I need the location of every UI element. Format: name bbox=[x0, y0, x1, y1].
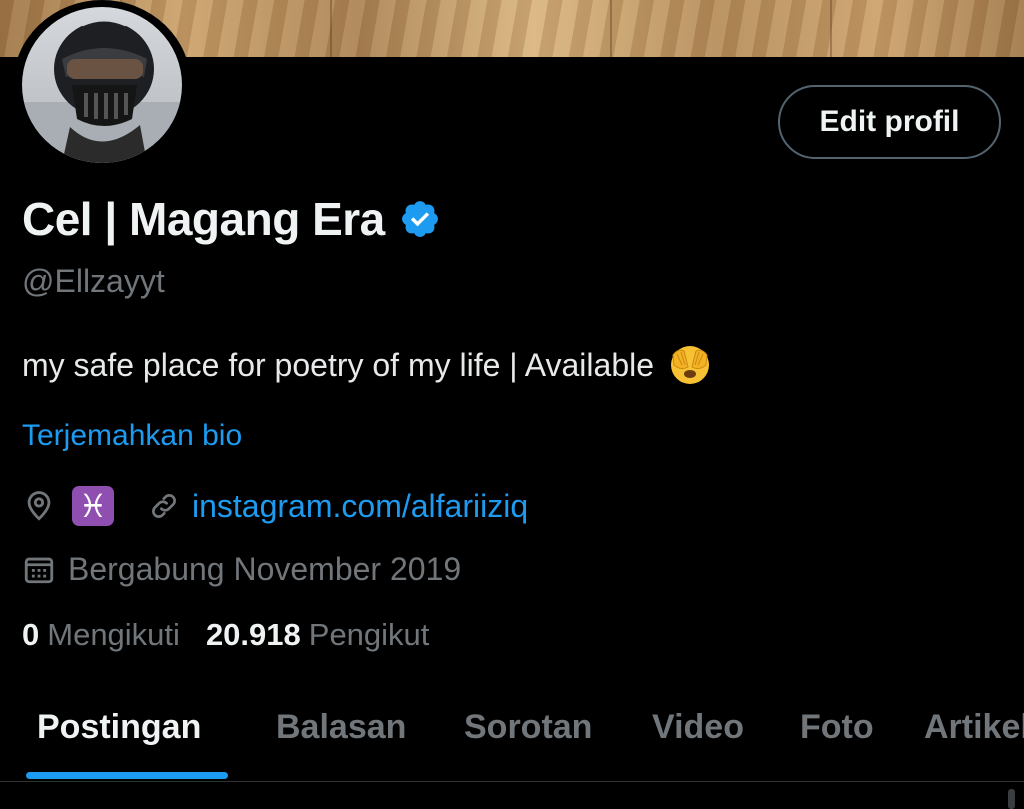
tab-video[interactable]: Video bbox=[652, 708, 744, 747]
avatar[interactable] bbox=[13, 0, 191, 170]
banner-wood-seam bbox=[330, 0, 332, 57]
followers-link[interactable]: 20.918 Pengikut bbox=[206, 617, 429, 653]
scrollbar-thumb[interactable] bbox=[1008, 789, 1015, 809]
calendar-icon bbox=[24, 557, 54, 584]
face-covering-eyes-emoji-icon bbox=[671, 346, 710, 384]
following-link[interactable]: 0 Mengikuti bbox=[22, 617, 180, 653]
follow-stats: 0 Mengikuti 20.918 Pengikut bbox=[22, 617, 429, 653]
tab-postingan[interactable]: Postingan bbox=[37, 708, 201, 747]
banner-wood-seam bbox=[610, 0, 612, 57]
banner-wood-seam bbox=[830, 0, 832, 57]
avatar-helmet-illustration bbox=[22, 18, 182, 163]
joined-date: Bergabung November 2019 bbox=[68, 550, 462, 587]
following-label: Mengikuti bbox=[47, 617, 180, 652]
avatar-photo bbox=[22, 7, 182, 163]
location-pin-icon bbox=[27, 491, 51, 521]
active-tab-indicator bbox=[26, 772, 228, 779]
profile-website-link[interactable]: instagram.com/alfariiziq bbox=[192, 488, 528, 525]
bio-text: my safe place for poetry of my life | Av… bbox=[22, 346, 655, 383]
display-name-row: Cel | Magang Era bbox=[22, 192, 441, 246]
bio: my safe place for poetry of my life | Av… bbox=[22, 343, 712, 387]
translate-bio-link[interactable]: Terjemahkan bio bbox=[22, 419, 242, 453]
edit-profile-button[interactable]: Edit profil bbox=[778, 85, 1001, 159]
followers-label: Pengikut bbox=[308, 617, 430, 652]
verified-badge-icon[interactable] bbox=[399, 198, 441, 240]
location-zodiac-badge: ♓ bbox=[72, 486, 114, 526]
tab-balasan[interactable]: Balasan bbox=[276, 708, 406, 747]
display-name: Cel | Magang Era bbox=[22, 193, 385, 245]
profile-page: Edit profil Cel | Magang Era @Ellzayyt m… bbox=[0, 0, 1024, 809]
followers-count: 20.918 bbox=[205, 617, 301, 652]
profile-meta-row: ♓ instagram.com/alfariiziq bbox=[22, 484, 528, 528]
tab-foto[interactable]: Foto bbox=[800, 708, 874, 747]
link-icon bbox=[152, 494, 176, 518]
tab-artikel[interactable]: Artikel bbox=[924, 708, 1024, 747]
following-count: 0 bbox=[22, 617, 40, 652]
profile-tabs: Postingan Balasan Sorotan Video Foto Art… bbox=[0, 690, 1024, 782]
tabs-divider bbox=[0, 781, 1024, 782]
joined-row: Bergabung November 2019 bbox=[22, 548, 461, 590]
user-handle: @Ellzayyt bbox=[22, 263, 165, 299]
tab-sorotan[interactable]: Sorotan bbox=[464, 708, 592, 747]
